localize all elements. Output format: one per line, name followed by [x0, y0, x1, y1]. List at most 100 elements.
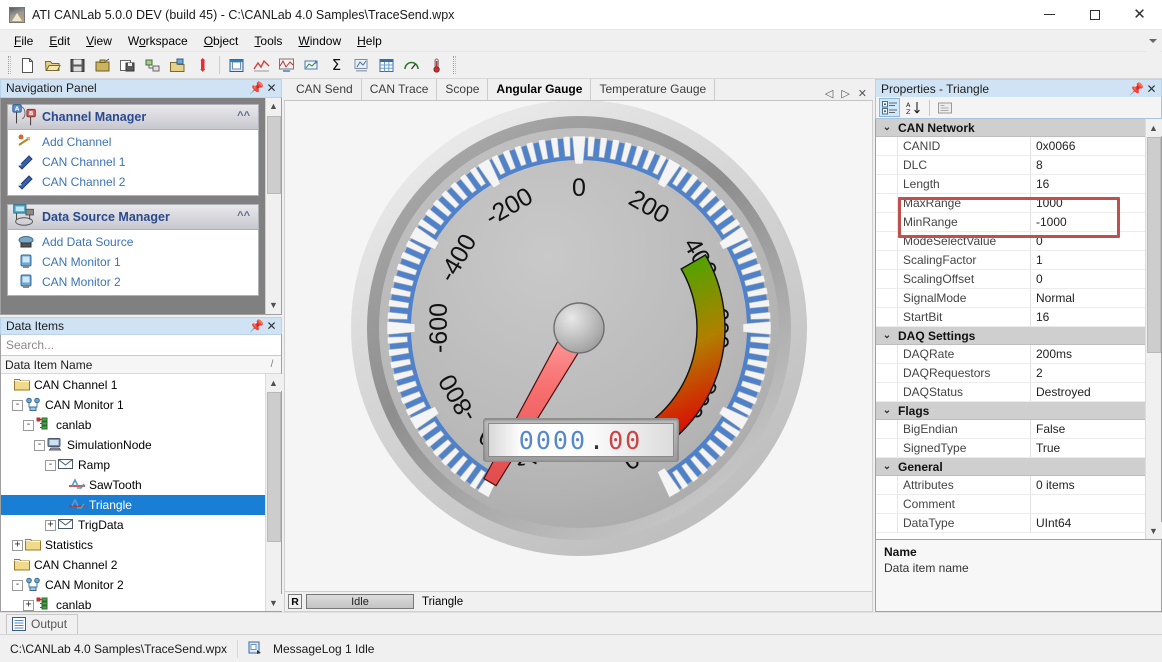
- nav-item-add-data-source[interactable]: Add Data Source: [8, 232, 258, 252]
- tab-angular-gauge[interactable]: Angular Gauge: [488, 79, 592, 100]
- property-value[interactable]: UInt64: [1031, 514, 1145, 532]
- tree-row[interactable]: - CAN Monitor 1: [1, 395, 265, 415]
- chevron-down-icon[interactable]: ⌄: [876, 330, 898, 341]
- open-workspace-button[interactable]: [90, 54, 115, 77]
- property-value[interactable]: Destroyed: [1031, 383, 1145, 401]
- scrollbar-thumb[interactable]: [1147, 137, 1161, 353]
- chevron-up-icon[interactable]: ^^: [237, 210, 250, 222]
- property-row[interactable]: MinRange -1000: [876, 213, 1145, 232]
- property-row[interactable]: DAQStatus Destroyed: [876, 383, 1145, 402]
- search-input[interactable]: [1, 337, 281, 354]
- tab-next-button[interactable]: ▷: [841, 87, 849, 100]
- property-row[interactable]: MaxRange 1000: [876, 194, 1145, 213]
- menu-edit[interactable]: Edit: [41, 31, 78, 51]
- record-button[interactable]: [190, 54, 215, 77]
- nav-group-header-data-source-manager[interactable]: Data Source Manager ^^: [7, 203, 259, 230]
- scrollbar-thumb[interactable]: [267, 115, 281, 194]
- property-category-flags[interactable]: ⌄ Flags: [876, 402, 1145, 420]
- report-button[interactable]: [349, 54, 374, 77]
- tab-output[interactable]: Output: [6, 614, 79, 634]
- can-send-button[interactable]: [224, 54, 249, 77]
- statistics-button[interactable]: Σ: [324, 54, 349, 77]
- data-items-pin-button[interactable]: 📌: [249, 319, 264, 334]
- property-row[interactable]: SignalMode Normal: [876, 289, 1145, 308]
- property-row[interactable]: Comment: [876, 495, 1145, 514]
- property-value[interactable]: 16: [1031, 308, 1145, 326]
- tree-row[interactable]: - SimulationNode: [1, 435, 265, 455]
- tab-can-trace[interactable]: CAN Trace: [362, 79, 438, 100]
- tree-collapse-button[interactable]: -: [12, 579, 23, 591]
- property-value[interactable]: Normal: [1031, 289, 1145, 307]
- tab-close-button[interactable]: ✕: [858, 87, 867, 100]
- nav-item-can-monitor-1[interactable]: CAN Monitor 1: [8, 252, 258, 272]
- nav-item-add-channel[interactable]: Add Channel: [8, 132, 258, 152]
- navigation-panel-close-button[interactable]: ✕: [264, 81, 279, 96]
- scroll-down-button[interactable]: ▼: [265, 296, 281, 314]
- scroll-up-button[interactable]: ▲: [265, 97, 281, 115]
- menu-tools[interactable]: Tools: [246, 31, 290, 51]
- property-value[interactable]: 0: [1031, 270, 1145, 288]
- property-value[interactable]: 2: [1031, 364, 1145, 382]
- tree-row[interactable]: CAN Channel 2: [1, 555, 265, 575]
- import-button[interactable]: [165, 54, 190, 77]
- tab-scope[interactable]: Scope: [437, 79, 489, 100]
- property-row[interactable]: ScalingFactor 1: [876, 251, 1145, 270]
- menu-help[interactable]: Help: [349, 31, 390, 51]
- chevron-up-icon[interactable]: ^^: [237, 110, 250, 122]
- property-row[interactable]: DAQRate 200ms: [876, 345, 1145, 364]
- data-items-scrollbar[interactable]: ▲ ▼: [265, 374, 282, 612]
- property-category-can-network[interactable]: ⌄ CAN Network: [876, 119, 1145, 137]
- properties-pin-button[interactable]: 📌: [1129, 81, 1144, 96]
- tree-collapse-button[interactable]: -: [12, 399, 23, 411]
- tab-prev-button[interactable]: ◁: [825, 87, 833, 100]
- tab-can-send[interactable]: CAN Send: [288, 79, 362, 100]
- property-value[interactable]: 1: [1031, 251, 1145, 269]
- angular-gauge[interactable]: -1000-800-600-400-20002004006008001000 0…: [301, 101, 857, 591]
- save-workspace-button[interactable]: [115, 54, 140, 77]
- property-row[interactable]: SignedType True: [876, 439, 1145, 458]
- data-items-tree[interactable]: CAN Channel 1- CAN Monitor 1- canlab - Simul…: [1, 374, 265, 612]
- menu-workspace[interactable]: Workspace: [120, 31, 196, 51]
- property-category-general[interactable]: ⌄ General: [876, 458, 1145, 476]
- properties-scrollbar[interactable]: ▲ ▼: [1145, 119, 1162, 539]
- menu-file[interactable]: FFileile: [6, 31, 41, 51]
- scroll-up-button[interactable]: ▲: [265, 374, 282, 392]
- add-node-button[interactable]: [140, 54, 165, 77]
- toolbar-grip-end[interactable]: [453, 56, 456, 74]
- column-resize-handle[interactable]: /: [263, 359, 281, 370]
- tree-expand-button[interactable]: +: [23, 599, 34, 611]
- property-category-daq-settings[interactable]: ⌄ DAQ Settings: [876, 327, 1145, 345]
- grid-button[interactable]: [374, 54, 399, 77]
- save-button[interactable]: [65, 54, 90, 77]
- tree-collapse-button[interactable]: -: [34, 439, 45, 451]
- close-button[interactable]: ✕: [1117, 0, 1162, 30]
- tree-collapse-button[interactable]: -: [45, 459, 56, 471]
- plot-button[interactable]: [299, 54, 324, 77]
- property-value[interactable]: 16: [1031, 175, 1145, 193]
- run-indicator[interactable]: R: [288, 594, 302, 609]
- tree-row[interactable]: - canlab: [1, 415, 265, 435]
- temperature-gauge-button[interactable]: [424, 54, 449, 77]
- data-items-close-button[interactable]: ✕: [264, 319, 279, 334]
- scrollbar-thumb[interactable]: [267, 392, 281, 543]
- navigation-panel-pin-button[interactable]: 📌: [249, 81, 264, 96]
- tree-row[interactable]: + Statistics: [1, 535, 265, 555]
- maximize-button[interactable]: [1072, 0, 1117, 30]
- tree-row[interactable]: CAN Channel 1: [1, 375, 265, 395]
- angular-gauge-button[interactable]: [399, 54, 424, 77]
- tree-expand-button[interactable]: +: [12, 539, 23, 551]
- tree-row[interactable]: - Ramp: [1, 455, 265, 475]
- chevron-down-icon[interactable]: ⌄: [876, 405, 898, 416]
- menu-view[interactable]: View: [78, 31, 120, 51]
- property-row[interactable]: BigEndian False: [876, 420, 1145, 439]
- property-pages-button[interactable]: [934, 98, 955, 117]
- property-value[interactable]: True: [1031, 439, 1145, 457]
- nav-item-can-channel-2[interactable]: CAN Channel 2: [8, 172, 258, 192]
- tree-row[interactable]: - CAN Monitor 2: [1, 575, 265, 595]
- alphabetical-sort-button[interactable]: AZ: [902, 98, 923, 117]
- new-file-button[interactable]: [15, 54, 40, 77]
- chevron-down-icon[interactable]: ⌄: [876, 461, 898, 472]
- property-row[interactable]: DLC 8: [876, 156, 1145, 175]
- property-row[interactable]: CANID 0x0066: [876, 137, 1145, 156]
- property-row[interactable]: StartBit 16: [876, 308, 1145, 327]
